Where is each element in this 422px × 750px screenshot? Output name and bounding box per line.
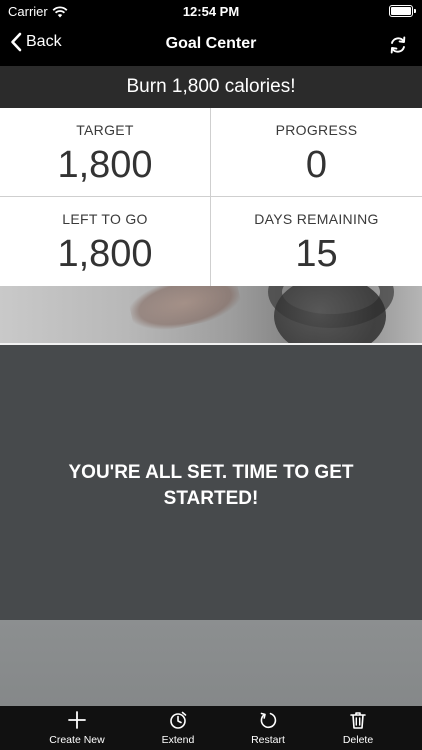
tab-label: Restart xyxy=(251,734,285,746)
stat-progress: PROGRESS 0 xyxy=(211,108,422,197)
stat-label: LEFT TO GO xyxy=(62,211,148,227)
tab-bar: Create New Extend Restart Delete xyxy=(0,706,422,750)
background-photo xyxy=(0,286,422,343)
stat-label: TARGET xyxy=(76,122,134,138)
stat-target: TARGET 1,800 xyxy=(0,108,211,197)
tab-label: Delete xyxy=(342,734,374,746)
kettlebell-shape xyxy=(274,286,386,343)
stat-left-to-go: LEFT TO GO 1,800 xyxy=(0,197,211,286)
trash-icon xyxy=(350,712,366,729)
battery-icon xyxy=(389,5,416,17)
stat-value: 1,800 xyxy=(57,144,153,186)
stat-value: 15 xyxy=(295,233,338,275)
navigation-bar: Back Goal Center xyxy=(0,24,422,66)
tab-delete[interactable]: Delete xyxy=(310,710,406,746)
goal-banner: Burn 1,800 calories! xyxy=(0,66,422,108)
stat-value: 0 xyxy=(305,144,328,186)
stats-grid: TARGET 1,800 PROGRESS 0 LEFT TO GO 1,800… xyxy=(0,108,422,286)
photo-hand-shape xyxy=(126,286,244,337)
stat-label: DAYS REMAINING xyxy=(254,211,379,227)
refresh-icon[interactable] xyxy=(388,35,408,55)
tab-label: Extend xyxy=(161,734,195,746)
plus-icon xyxy=(68,711,86,729)
stat-label: PROGRESS xyxy=(275,122,358,138)
status-message: YOU'RE ALL SET. TIME TO GET STARTED! xyxy=(68,462,354,509)
message-panel: YOU'RE ALL SET. TIME TO GET STARTED! xyxy=(0,345,422,620)
clock: 12:54 PM xyxy=(182,4,240,19)
stat-days-remaining: DAYS REMAINING 15 xyxy=(211,197,422,286)
tab-extend[interactable]: Extend xyxy=(130,710,226,746)
tab-restart[interactable]: Restart xyxy=(220,710,316,746)
tab-label: Create New xyxy=(49,734,105,746)
tab-create-new[interactable]: Create New xyxy=(29,710,125,746)
page-title: Goal Center xyxy=(165,35,257,52)
background-photo-bottom xyxy=(0,620,422,706)
stat-value: 1,800 xyxy=(57,233,153,275)
restart-icon xyxy=(260,712,277,729)
status-bar: Carrier 12:54 PM xyxy=(0,0,422,24)
timer-icon xyxy=(170,711,187,729)
